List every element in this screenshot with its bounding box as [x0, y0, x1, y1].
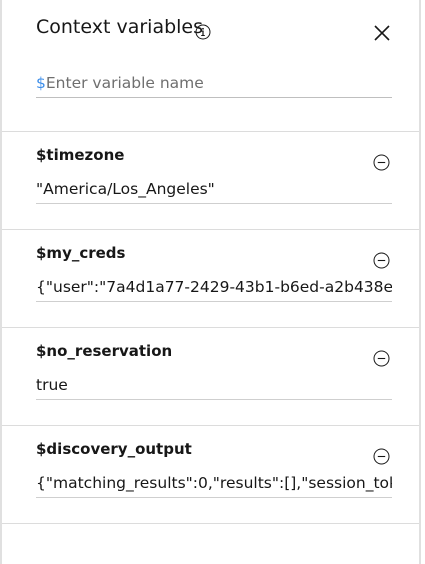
variable-row: $timezone "America/Los_Angeles": [2, 132, 419, 230]
variable-name: $my_creds: [36, 244, 126, 262]
variable-row: $my_creds {"user":"7a4d1a77-2429-43b1-b6…: [2, 230, 419, 328]
variable-row: $discovery_output {"matching_results":0,…: [2, 426, 419, 524]
variable-name: $no_reservation: [36, 342, 173, 360]
variable-value-field[interactable]: {"matching_results":0,"results":[],"sess…: [36, 472, 392, 498]
dollar-prefix: $: [36, 74, 46, 92]
variable-value-field[interactable]: {"user":"7a4d1a77-2429-43b1-b6ed-a2b438e: [36, 276, 392, 302]
context-variables-panel: Context variables $ $timezone "America/L…: [0, 0, 421, 564]
remove-variable-icon[interactable]: [373, 448, 390, 465]
panel-title: Context variables: [36, 16, 204, 38]
variable-row: $no_reservation true: [2, 328, 419, 426]
variable-value-field[interactable]: true: [36, 374, 392, 400]
remove-variable-icon[interactable]: [373, 252, 390, 269]
remove-variable-icon[interactable]: [373, 154, 390, 171]
info-icon[interactable]: [195, 24, 211, 40]
remove-variable-icon[interactable]: [373, 350, 390, 367]
variable-name: $discovery_output: [36, 440, 192, 458]
new-variable-field: $: [36, 72, 392, 98]
variable-list: $timezone "America/Los_Angeles" $my_cred…: [2, 132, 419, 524]
variable-value-field[interactable]: "America/Los_Angeles": [36, 178, 392, 204]
variable-name: $timezone: [36, 146, 125, 164]
close-icon[interactable]: [370, 21, 394, 45]
panel-header: Context variables $: [2, 0, 419, 132]
variable-name-input[interactable]: [45, 72, 392, 94]
